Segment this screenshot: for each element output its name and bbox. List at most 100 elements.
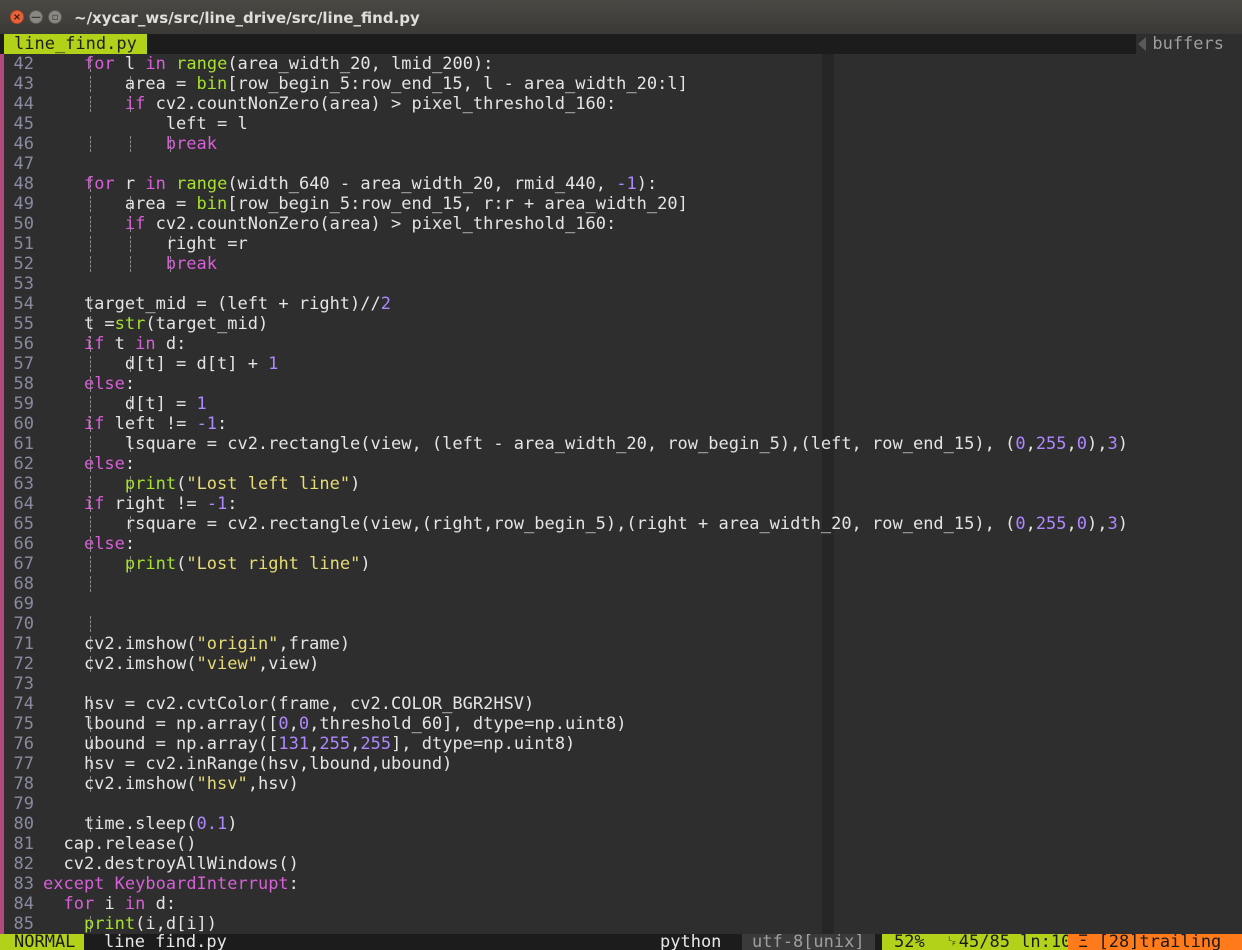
line-number: 73: [13, 674, 34, 694]
code-text: t =str(target_mid): [43, 314, 268, 334]
code-text: else:: [43, 374, 135, 394]
maximize-icon[interactable]: ▫: [48, 10, 62, 24]
code-line[interactable]: 80 time.sleep(0.1): [0, 814, 1242, 834]
code-token: 0: [298, 714, 310, 734]
code-token: 0: [1015, 434, 1026, 454]
code-text: for r in range(width_640 - area_width_20…: [43, 174, 657, 194]
code-line[interactable]: 61 lsquare = cv2.rectangle(view, (left -…: [0, 434, 1242, 454]
line-number: 48: [13, 174, 34, 194]
code-line[interactable]: 53: [0, 274, 1242, 294]
code-token: (width_640 - area_width_20, rmid_440,: [227, 174, 617, 194]
code-line[interactable]: 48 for r in range(width_640 - area_width…: [0, 174, 1242, 194]
code-line[interactable]: 57 d[t] = d[t] + 1: [0, 354, 1242, 374]
code-token: d:: [145, 894, 177, 914]
code-token: cv2.countNonZero(area) > pixel_threshold…: [145, 214, 617, 234]
line-number: 43: [13, 74, 34, 94]
code-line[interactable]: 59 d[t] = 1: [0, 394, 1242, 414]
code-token: ): [350, 474, 361, 494]
code-line[interactable]: 74 hsv = cv2.cvtColor(frame, cv2.COLOR_B…: [0, 694, 1242, 714]
code-token: :: [217, 414, 228, 434]
code-token: except: [43, 874, 105, 894]
line-number: 77: [13, 754, 34, 774]
code-line[interactable]: 51 right =r: [0, 234, 1242, 254]
line-number: 83: [13, 874, 34, 894]
status-filename: line_find.py: [104, 934, 227, 950]
code-text: area = bin[row_begin_5:row_end_15, r:r +…: [43, 194, 688, 214]
code-line[interactable]: 73: [0, 674, 1242, 694]
code-token: "Lost right line": [186, 554, 361, 574]
code-text: print("Lost left line"): [43, 474, 360, 494]
code-line[interactable]: 44 if cv2.countNonZero(area) > pixel_thr…: [0, 94, 1242, 114]
code-line[interactable]: 77 hsv = cv2.inRange(hsv,lbound,ubound): [0, 754, 1242, 774]
code-token: bin: [196, 74, 228, 94]
code-line[interactable]: 66 else:: [0, 534, 1242, 554]
code-token: KeyboardInterrupt: [114, 874, 289, 894]
code-text: if t in d:: [43, 334, 186, 354]
code-line[interactable]: 72 cv2.imshow("view",view): [0, 654, 1242, 674]
code-line[interactable]: 85 print(i,d[i]): [0, 914, 1242, 934]
code-line[interactable]: 68: [0, 574, 1242, 594]
code-line[interactable]: 62 else:: [0, 454, 1242, 474]
code-line[interactable]: 84 for i in d:: [0, 894, 1242, 914]
code-line[interactable]: 42 for l in range(area_width_20, lmid_20…: [0, 54, 1242, 74]
code-line[interactable]: 46 break: [0, 134, 1242, 154]
code-token: 255: [319, 734, 351, 754]
code-token: cv2.imshow(: [43, 654, 197, 674]
code-token: ,view): [257, 654, 320, 674]
code-line[interactable]: 75 lbound = np.array([0,0,threshold_60],…: [0, 714, 1242, 734]
code-line[interactable]: 43 area = bin[row_begin_5:row_end_15, l …: [0, 74, 1242, 94]
code-line[interactable]: 83 except KeyboardInterrupt:: [0, 874, 1242, 894]
code-token: else: [83, 454, 125, 474]
code-line[interactable]: 71 cv2.imshow("origin",frame): [0, 634, 1242, 654]
code-line[interactable]: 65 rsquare = cv2.rectangle(view,(right,r…: [0, 514, 1242, 534]
code-token: ,: [1025, 514, 1036, 534]
code-line[interactable]: 52 break: [0, 254, 1242, 274]
code-line[interactable]: 69: [0, 594, 1242, 614]
code-text: ubound = np.array([131,255,255], dtype=n…: [43, 734, 575, 754]
code-line[interactable]: 67 print("Lost right line"): [0, 554, 1242, 574]
code-token: left = l: [43, 114, 248, 134]
code-line[interactable]: 63 print("Lost left line"): [0, 474, 1242, 494]
code-line[interactable]: 49 area = bin[row_begin_5:row_end_15, r:…: [0, 194, 1242, 214]
code-line[interactable]: 82 cv2.destroyAllWindows(): [0, 854, 1242, 874]
code-line[interactable]: 70: [0, 614, 1242, 634]
code-line[interactable]: 64 if right != -1:: [0, 494, 1242, 514]
code-token: "Lost left line": [186, 474, 351, 494]
code-line[interactable]: 60 if left != -1:: [0, 414, 1242, 434]
code-token: 0: [1076, 434, 1088, 454]
line-number: 71: [13, 634, 34, 654]
line-number: 78: [13, 774, 34, 794]
code-token: left !=: [104, 414, 197, 434]
code-token: 255: [1035, 434, 1067, 454]
code-token: (: [176, 474, 187, 494]
code-line[interactable]: 45 left = l: [0, 114, 1242, 134]
code-token: t: [104, 334, 136, 354]
status-encoding: utf-8[unix]: [742, 934, 875, 950]
code-line[interactable]: 76 ubound = np.array([131,255,255], dtyp…: [0, 734, 1242, 754]
code-line[interactable]: 50 if cv2.countNonZero(area) > pixel_thr…: [0, 214, 1242, 234]
line-number: 64: [13, 494, 34, 514]
line-number: 47: [13, 154, 34, 174]
code-line[interactable]: 58 else:: [0, 374, 1242, 394]
code-line[interactable]: 79: [0, 794, 1242, 814]
code-text: except KeyboardInterrupt:: [43, 874, 299, 894]
close-icon[interactable]: ×: [10, 10, 24, 24]
line-number: 72: [13, 654, 34, 674]
code-line[interactable]: 47: [0, 154, 1242, 174]
tab-line-find[interactable]: line_find.py: [4, 34, 147, 54]
code-line[interactable]: 78 cv2.imshow("hsv",hsv): [0, 774, 1242, 794]
code-token: if: [83, 414, 105, 434]
code-token: 0: [278, 714, 289, 734]
code-line[interactable]: 54 target_mid = (left + right)//2: [0, 294, 1242, 314]
code-text: print(i,d[i]): [43, 914, 217, 934]
minimize-icon[interactable]: —: [29, 10, 43, 24]
code-editor[interactable]: 42 for l in range(area_width_20, lmid_20…: [0, 54, 1242, 934]
code-line[interactable]: 56 if t in d:: [0, 334, 1242, 354]
code-line[interactable]: 81 cap.release(): [0, 834, 1242, 854]
code-line[interactable]: 55 t =str(target_mid): [0, 314, 1242, 334]
